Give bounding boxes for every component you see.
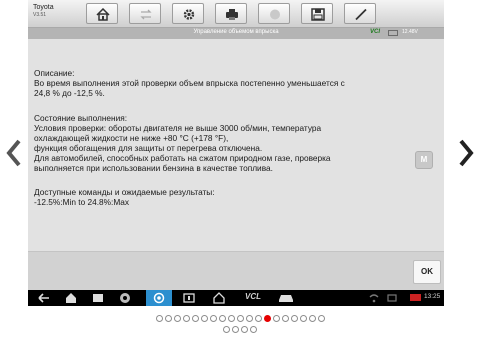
status-line: охлаждающей жидкости не ниже +80 °С (+17… — [34, 133, 229, 143]
save-button[interactable] — [301, 3, 333, 24]
vehicle-info: Toyota V3.51 — [33, 3, 73, 19]
ok-button[interactable]: OK — [413, 260, 441, 284]
top-toolbar: Toyota V3.51 — [28, 0, 444, 28]
title-bar: Управление объемом впрыска VCI 12.48V — [28, 28, 444, 39]
vehicle-make: Toyota — [33, 4, 54, 11]
vcl-indicator[interactable]: VCL — [245, 292, 261, 301]
settings-button[interactable] — [172, 3, 204, 24]
vci-status: VCI — [370, 29, 381, 35]
vehicle-swap-button[interactable] — [129, 3, 161, 24]
content-panel: Описание: Во время выполнения этой прове… — [28, 39, 444, 251]
pager-dot[interactable] — [223, 326, 230, 334]
signal-icon — [410, 294, 421, 301]
help-icon — [270, 9, 280, 20]
wifi-icon — [369, 294, 379, 303]
car-icon[interactable] — [278, 292, 294, 304]
status-line: выполняется при использовании бензина в … — [34, 163, 273, 173]
home-nav-icon[interactable] — [65, 292, 77, 304]
edit-button[interactable] — [344, 3, 376, 24]
camera-tab[interactable] — [146, 290, 172, 306]
status-line: функция обогащения для защиты от перегре… — [34, 143, 263, 153]
back-icon[interactable] — [38, 292, 50, 304]
system-clock: 13:25 — [424, 293, 441, 300]
description-heading: Описание: — [34, 68, 75, 78]
pen-icon — [355, 8, 367, 21]
next-page-arrow-icon[interactable] — [456, 133, 476, 173]
pager-dot[interactable] — [250, 326, 257, 334]
home-button[interactable] — [86, 3, 118, 24]
system-nav-bar: VCL 13:25 — [28, 290, 444, 306]
usb-icon — [387, 294, 397, 302]
browser-icon[interactable] — [119, 292, 131, 304]
commands-line: -12.5%:Min to 24.8%:Max — [34, 197, 129, 207]
commands-heading: Доступные команды и ожидаемые результаты… — [34, 187, 215, 197]
description-line: Во время выполнения этой проверки объем … — [34, 78, 345, 88]
help-button[interactable] — [258, 3, 290, 24]
pager-dots — [0, 321, 480, 339]
vehicle-version: V3.51 — [33, 12, 47, 18]
battery-icon — [388, 30, 398, 36]
pager-dot[interactable] — [232, 326, 239, 334]
pager-dot[interactable] — [241, 326, 248, 334]
battery-voltage: 12.48V — [402, 29, 418, 35]
screen-record-icon[interactable] — [183, 292, 195, 304]
diagnostics-home-icon[interactable] — [213, 292, 225, 304]
tablet-screen: Toyota V3.51 Управление объемом впрыска … — [28, 0, 444, 306]
vehicle-swap-icon — [140, 9, 152, 20]
print-icon — [226, 9, 238, 20]
description-line: 24,8 % до -12,5 %. — [34, 88, 105, 98]
camera-icon — [153, 292, 165, 304]
print-button[interactable] — [215, 3, 247, 24]
save-icon — [311, 8, 325, 21]
footer-bar: OK — [28, 251, 444, 290]
page-title: Управление объемом впрыска — [193, 29, 279, 35]
home-icon — [96, 8, 110, 21]
status-line: Для автомобилей, способных работать на с… — [34, 153, 331, 163]
status-heading: Состояние выполнения: — [34, 113, 128, 123]
status-line: Условия проверки: обороты двигателя не в… — [34, 123, 322, 133]
previous-page-arrow-icon[interactable] — [4, 133, 24, 173]
settings-icon — [183, 9, 195, 20]
side-menu-button[interactable]: M — [415, 151, 433, 169]
recent-apps-icon[interactable] — [92, 292, 104, 304]
